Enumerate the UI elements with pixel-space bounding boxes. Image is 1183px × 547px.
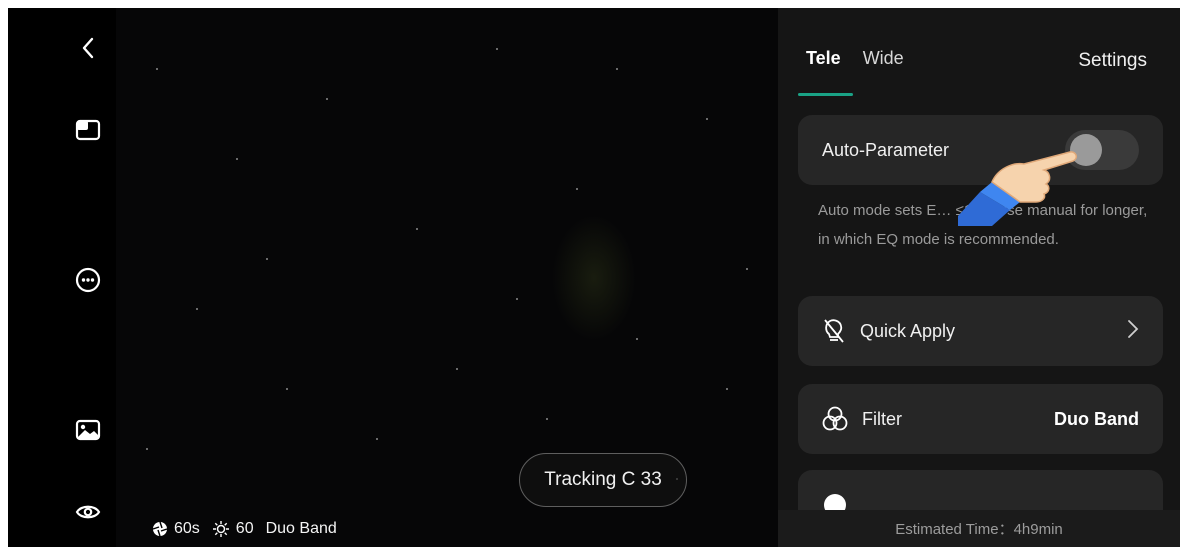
filter-label: Filter: [862, 408, 902, 429]
filter-circles-icon: [822, 406, 848, 432]
eye-icon[interactable]: [72, 496, 104, 528]
gain-sun-icon: [212, 520, 230, 538]
gallery-image-icon[interactable]: [72, 414, 104, 446]
lens-tabs: Tele Wide: [806, 48, 904, 69]
estimated-time: Estimated Time：4h9min: [895, 521, 1063, 538]
filter-row[interactable]: Filter Duo Band: [798, 384, 1163, 454]
quick-apply-bulb-icon: [822, 318, 846, 344]
tracking-label: Tracking C 33: [544, 469, 662, 490]
gain-value: 60: [235, 520, 254, 537]
filter-status: Duo Band: [265, 520, 337, 537]
shutter-value: 60s: [174, 520, 200, 537]
active-tab-indicator: [798, 93, 853, 96]
tutorial-hand-pointer-icon: [958, 136, 1098, 231]
shutter-aperture-icon: [152, 521, 168, 537]
left-toolbar: [8, 8, 116, 547]
quick-apply-row[interactable]: Quick Apply: [798, 296, 1163, 366]
app-screen: Tracking C 33 60s 60 Duo Band Tele Wide …: [8, 8, 1180, 547]
layout-split-icon[interactable]: [72, 114, 104, 146]
tab-tele[interactable]: Tele: [806, 48, 841, 69]
tab-wide[interactable]: Wide: [863, 48, 904, 69]
filter-value: Duo Band: [1054, 408, 1139, 429]
estimated-time-bar: Estimated Time：4h9min: [778, 510, 1180, 547]
settings-button[interactable]: Settings: [1078, 50, 1147, 72]
chevron-right-icon: [1127, 319, 1139, 344]
capture-status-bar: 60s 60 Duo Band: [152, 520, 337, 538]
quick-apply-label: Quick Apply: [860, 320, 956, 341]
settings-panel: Tele Wide Settings Auto-Parameter Auto m…: [778, 8, 1180, 547]
tracking-target-button[interactable]: Tracking C 33: [519, 453, 687, 507]
back-chevron-icon[interactable]: [72, 32, 104, 64]
sky-viewfinder[interactable]: Tracking C 33 60s 60 Duo Band: [116, 8, 778, 547]
more-circle-icon[interactable]: [72, 264, 104, 296]
